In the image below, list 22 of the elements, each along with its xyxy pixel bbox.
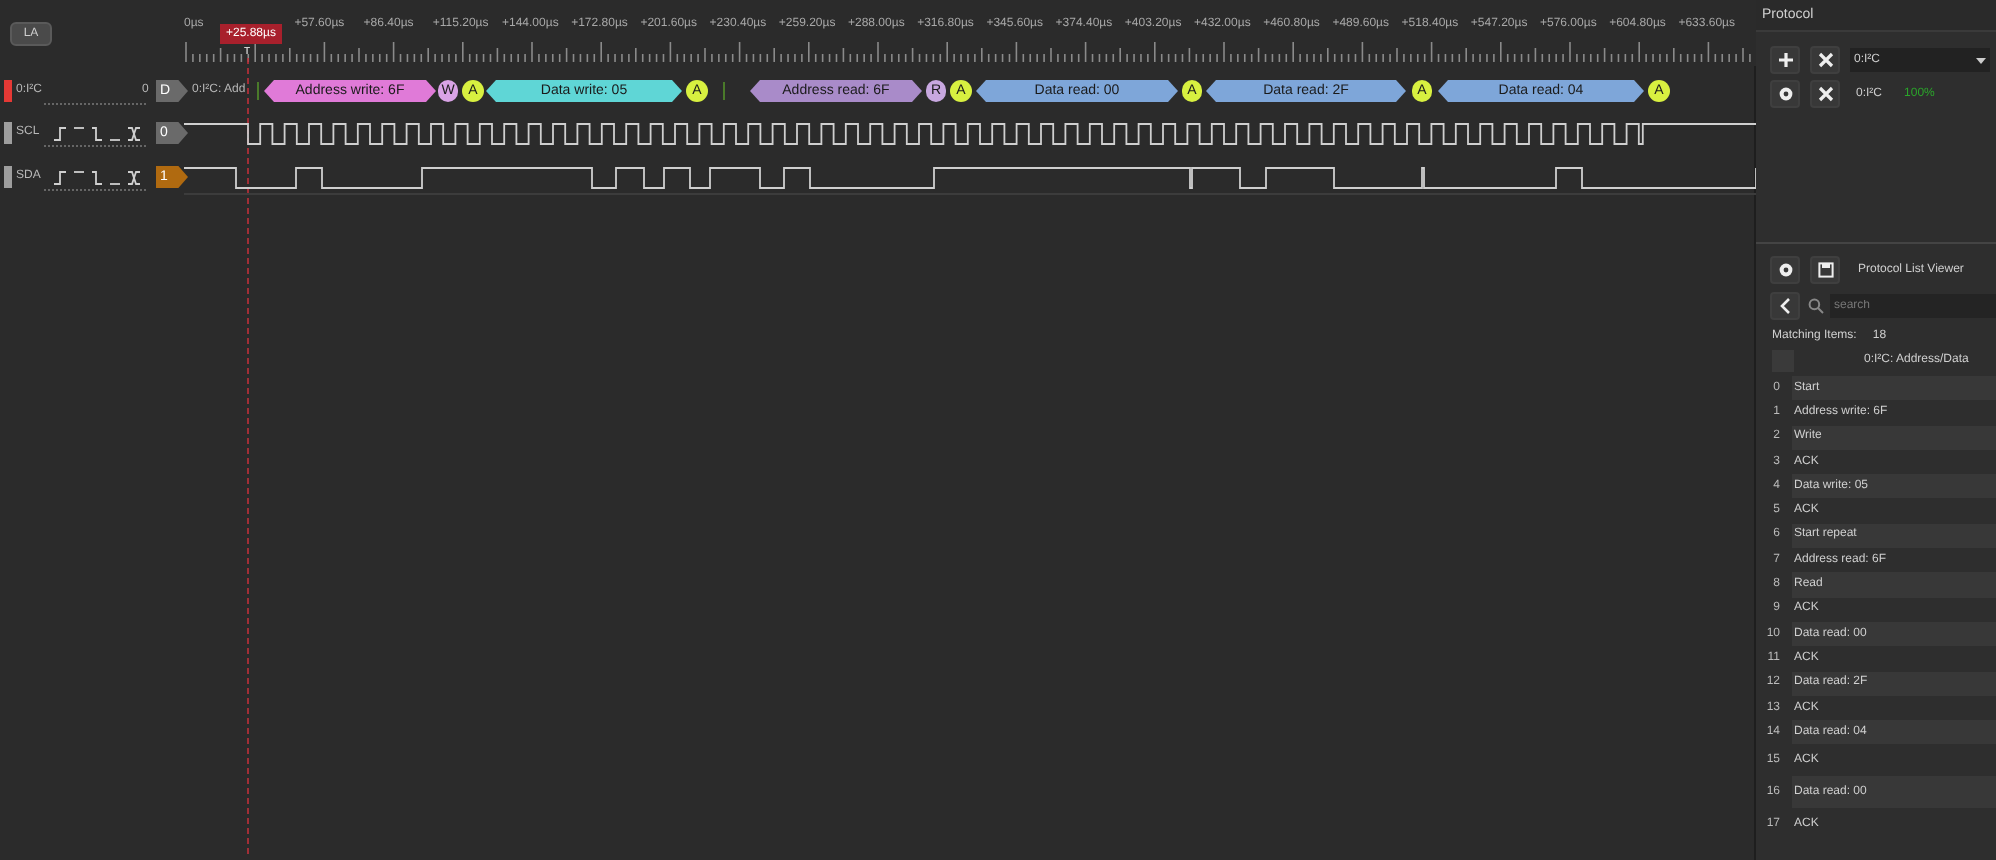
close-button[interactable] (1810, 80, 1840, 108)
dropdown-arrow-icon (1976, 57, 1986, 63)
dotted-rule (44, 144, 148, 148)
start-marker (256, 80, 260, 102)
trigger-options-icon (52, 124, 144, 144)
chevron-left-icon (1777, 298, 1793, 314)
dotted-rule (44, 188, 148, 192)
settings-button[interactable] (1770, 80, 1800, 108)
search-icon (1808, 298, 1824, 314)
dotted-rule (44, 102, 148, 106)
plus-icon (1777, 52, 1793, 68)
trigger-options-icon (52, 168, 144, 188)
settings-button[interactable] (1770, 256, 1800, 284)
settings-icon (1777, 86, 1793, 102)
back-button[interactable] (1770, 292, 1800, 320)
start-marker (722, 80, 726, 102)
close-icon (1817, 52, 1833, 68)
settings-icon (1777, 262, 1793, 278)
close-button[interactable] (1810, 46, 1840, 74)
add-button[interactable] (1770, 46, 1800, 74)
save-button[interactable] (1810, 256, 1840, 284)
close-icon (1817, 86, 1833, 102)
